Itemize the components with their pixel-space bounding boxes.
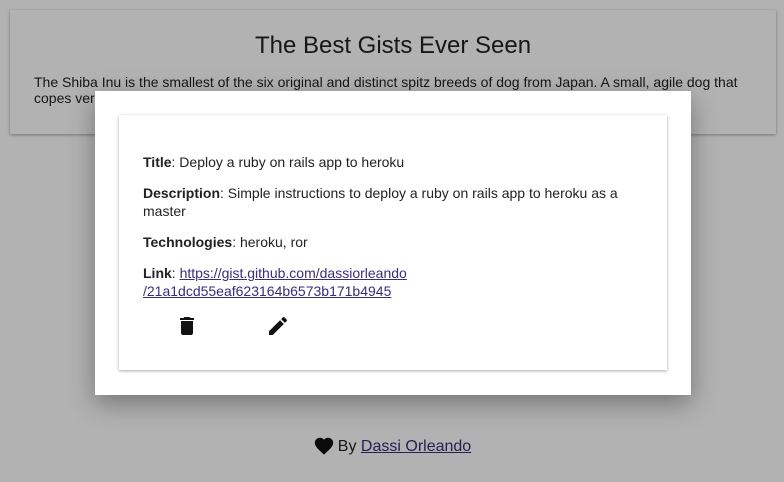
- gist-title-value: : Deploy a ruby on rails app to heroku: [171, 154, 405, 170]
- gist-link-separator: :: [171, 265, 180, 281]
- edit-button[interactable]: [266, 315, 290, 339]
- trash-icon: [175, 314, 199, 341]
- gist-technologies-value: : heroku, ror: [232, 234, 308, 250]
- gist-actions: [175, 315, 375, 345]
- gist-link-line2: /21a1dcd55eaf623164b6573b171b4945: [143, 283, 392, 299]
- gist-title-label: Title: [143, 154, 172, 170]
- gist-card: Title: Deploy a ruby on rails app to her…: [119, 115, 667, 370]
- delete-button[interactable]: [175, 315, 199, 339]
- gist-title-field: Title: Deploy a ruby on rails app to her…: [143, 153, 643, 171]
- gist-technologies-field: Technologies: heroku, ror: [143, 233, 643, 251]
- gist-link-field: Link: https://gist.github.com/dassiorlea…: [143, 264, 643, 300]
- gist-link-label: Link: [143, 265, 172, 281]
- pencil-icon: [266, 314, 290, 341]
- gist-description-field: Description: Simple instructions to depl…: [143, 184, 643, 220]
- gist-link[interactable]: https://gist.github.com/dassiorleando/21…: [143, 265, 407, 299]
- gist-link-line1: https://gist.github.com/dassiorleando: [179, 265, 407, 281]
- gist-description-label: Description: [143, 185, 221, 201]
- gist-technologies-label: Technologies: [143, 234, 233, 250]
- gist-modal: Title: Deploy a ruby on rails app to her…: [95, 91, 691, 395]
